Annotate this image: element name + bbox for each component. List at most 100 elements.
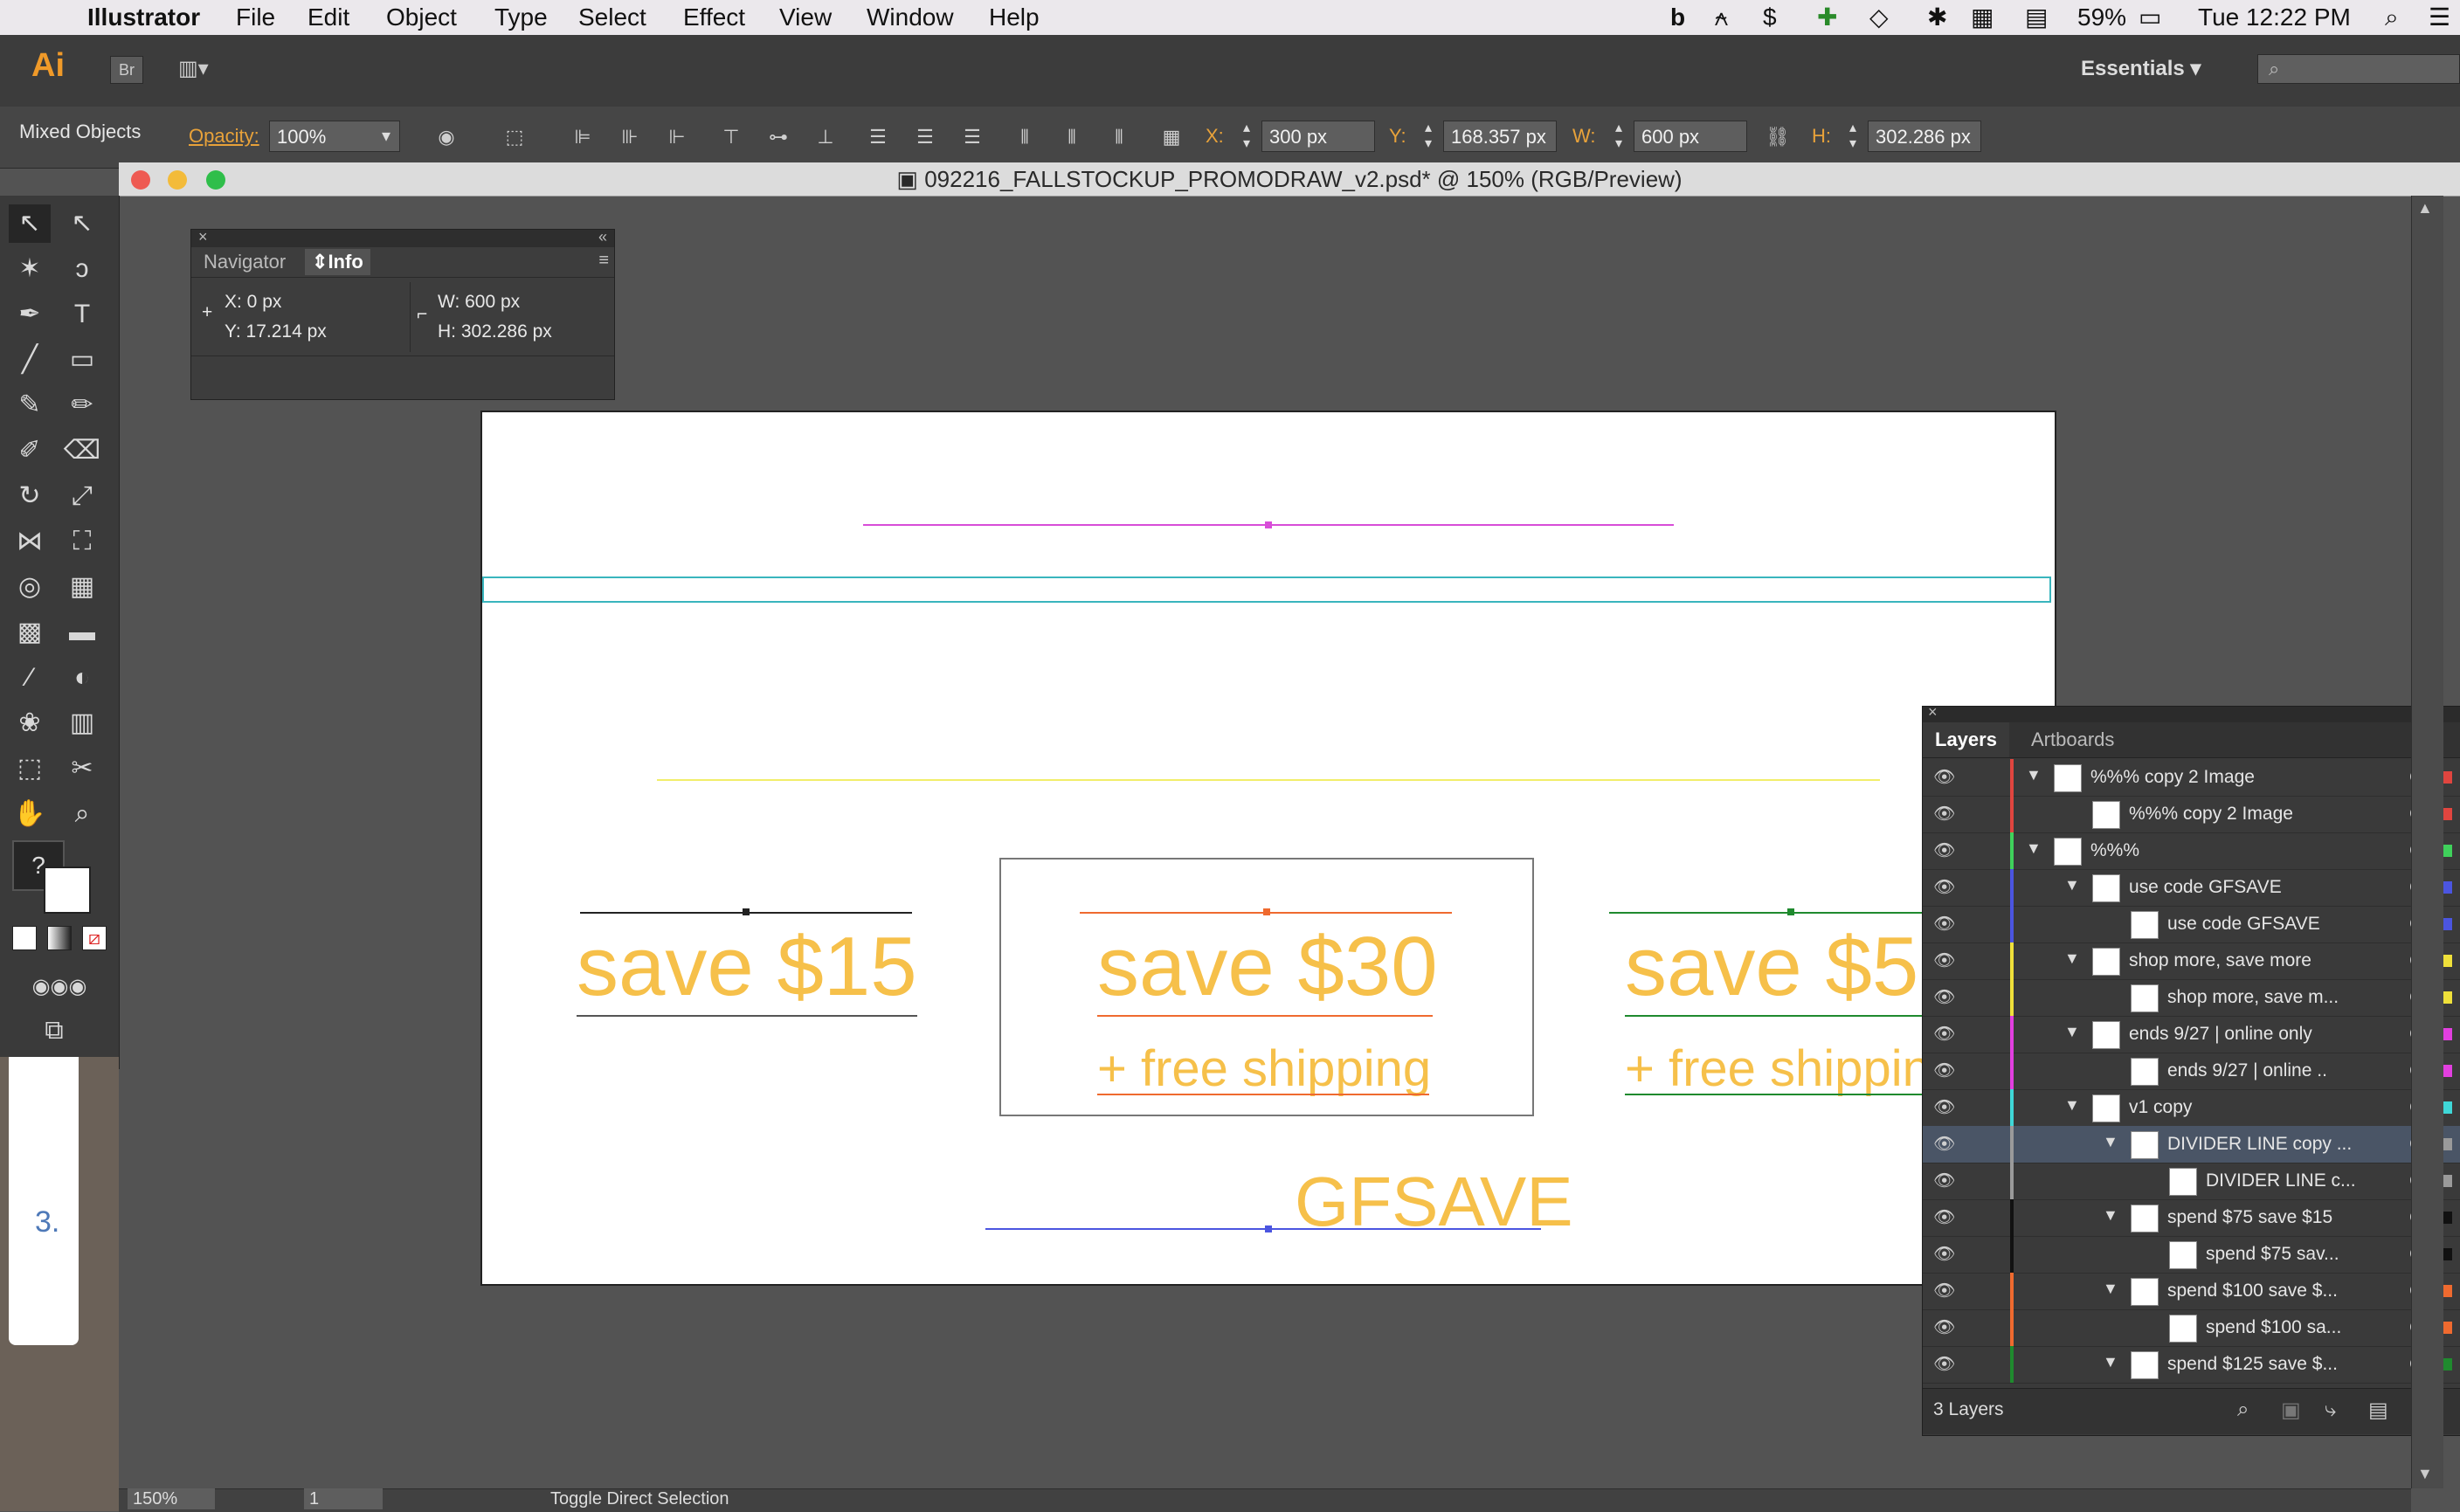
offer-3-text[interactable]: save $50 <box>1625 919 1966 1015</box>
align-hcenter-icon[interactable]: ⊪ <box>617 124 643 150</box>
disclosure-triangle-icon[interactable]: ▼ <box>2026 766 2042 784</box>
menu-file[interactable]: File <box>236 2 275 33</box>
opacity-label[interactable]: Opacity: <box>189 121 259 152</box>
mesh-tool-icon[interactable]: ▩ <box>9 613 51 652</box>
eraser-tool-icon[interactable]: ⌫ <box>61 432 103 470</box>
close-window-icon[interactable] <box>131 170 150 190</box>
visibility-eye-icon[interactable]: 👁 <box>1933 1096 1955 1118</box>
menu-window[interactable]: Window <box>867 2 954 33</box>
menu-select[interactable]: Select <box>578 2 646 33</box>
workspace-switcher[interactable]: Essentials ▾ <box>2081 54 2256 84</box>
layer-row[interactable]: 👁 ▼ shop more, save more <box>1923 942 2460 980</box>
offer-3-subtext[interactable]: + free shipping <box>1625 1039 1959 1098</box>
scale-tool-icon[interactable]: ⤢ <box>61 477 103 515</box>
align-left-icon[interactable]: ⊫ <box>570 124 596 150</box>
layer-row[interactable]: 👁 ▼ spend $100 save $... <box>1923 1273 2460 1310</box>
layer-name[interactable]: shop more, save more <box>2129 942 2311 979</box>
blob-brush-tool-icon[interactable]: ✐ <box>9 432 51 470</box>
b-app-icon[interactable]: b <box>1670 2 1685 33</box>
disclosure-triangle-icon[interactable]: ▼ <box>2064 876 2080 894</box>
notification-icon[interactable]: ☰ <box>2429 2 2450 33</box>
distribute-right-icon[interactable]: ⫴ <box>1106 124 1132 150</box>
layer-name[interactable]: ends 9/27 | online .. <box>2167 1053 2327 1089</box>
layer-name[interactable]: spend $125 save $... <box>2167 1346 2338 1383</box>
clipping-mask-icon[interactable]: ▣ <box>2281 1398 2301 1423</box>
recolor-icon[interactable]: ◉ <box>433 124 460 150</box>
layer-row[interactable]: 👁 ▼ use code GFSAVE <box>1923 869 2460 907</box>
perspective-grid-tool-icon[interactable]: ▦ <box>61 568 103 606</box>
paintbrush-tool-icon[interactable]: ✎ <box>9 386 51 425</box>
h-stepper[interactable]: ▴ ▾ <box>1842 121 1864 152</box>
visibility-eye-icon[interactable]: 👁 <box>1933 803 1955 825</box>
keyboard-icon[interactable]: ▦ <box>1971 2 1994 33</box>
visibility-eye-icon[interactable]: 👁 <box>1933 1316 1955 1338</box>
menu-effect[interactable]: Effect <box>683 2 745 33</box>
disclosure-triangle-icon[interactable]: ▼ <box>2026 839 2042 858</box>
disclosure-triangle-icon[interactable]: ▼ <box>2103 1206 2118 1225</box>
visibility-eye-icon[interactable]: 👁 <box>1933 1170 1955 1191</box>
layer-name[interactable]: spend $75 save $15 <box>2167 1199 2332 1236</box>
layer-name[interactable]: use code GFSAVE <box>2167 906 2320 942</box>
visibility-eye-icon[interactable]: 👁 <box>1933 876 1955 898</box>
menu-view[interactable]: View <box>779 2 832 33</box>
clock[interactable]: Tue 12:22 PM <box>2198 2 2351 33</box>
opacity-dropdown-icon[interactable]: ▾ <box>374 121 398 152</box>
visibility-eye-icon[interactable]: 👁 <box>1933 949 1955 971</box>
rotate-tool-icon[interactable]: ↻ <box>9 477 51 515</box>
info-panel-header[interactable]: × « <box>191 228 614 247</box>
lasso-tool-icon[interactable]: ↄ <box>61 250 103 288</box>
close-panel-icon[interactable]: × <box>1928 703 1938 721</box>
zoom-level[interactable]: 150% <box>128 1488 215 1509</box>
green-divider-line[interactable] <box>1609 912 1941 914</box>
scroll-up-icon[interactable]: ▲ <box>2417 199 2433 217</box>
layer-row[interactable]: 👁 use code GFSAVE <box>1923 906 2460 943</box>
draw-mode-icon[interactable]: ◉◉◉ <box>12 968 107 1006</box>
collapse-panel-icon[interactable]: « <box>598 228 607 246</box>
align-bottom-icon[interactable]: ⊥ <box>812 124 839 150</box>
artboard[interactable]: save $15 save $30 + free shipping save $… <box>480 411 2056 1286</box>
layer-name[interactable]: %%% <box>2090 832 2139 869</box>
layer-row[interactable]: 👁 DIVIDER LINE c... <box>1923 1163 2460 1200</box>
pen-tool-icon[interactable]: ✒ <box>9 295 51 334</box>
visibility-eye-icon[interactable]: 👁 <box>1933 766 1955 788</box>
artboard-tool-icon[interactable]: ⬚ <box>9 749 51 788</box>
layer-name[interactable]: %%% copy 2 Image <box>2090 759 2255 796</box>
anchor-point[interactable] <box>1265 521 1272 528</box>
direct-selection-tool-icon[interactable]: ↖ <box>61 204 103 243</box>
new-layer-icon[interactable]: ▤ <box>2368 1398 2388 1423</box>
anchor-point[interactable] <box>1265 1225 1272 1232</box>
align-top-icon[interactable]: ⊤ <box>718 124 744 150</box>
layer-row[interactable]: 👁 spend $100 sa... <box>1923 1309 2460 1347</box>
visibility-eye-icon[interactable]: 👁 <box>1933 1206 1955 1228</box>
layer-row[interactable]: 👁 ▼ spend $125 save $... <box>1923 1346 2460 1384</box>
disclosure-triangle-icon[interactable]: ▼ <box>2064 1096 2080 1115</box>
visibility-eye-icon[interactable]: 👁 <box>1933 1133 1955 1155</box>
tab-layers[interactable]: Layers <box>1923 722 2009 757</box>
rectangle-tool-icon[interactable]: ▭ <box>61 341 103 379</box>
distribute-bottom-icon[interactable]: ☰ <box>959 124 985 150</box>
gradient-mode-icon[interactable] <box>47 926 72 950</box>
disclosure-triangle-icon[interactable]: ▼ <box>2103 1280 2118 1298</box>
color-mode-icon[interactable] <box>12 926 37 950</box>
disclosure-triangle-icon[interactable]: ▼ <box>2103 1133 2118 1151</box>
layers-panel-header[interactable]: × <box>1923 703 2460 722</box>
shape-builder-tool-icon[interactable]: ◎ <box>9 568 51 606</box>
battery-percent[interactable]: 59% <box>2077 2 2126 33</box>
menu-help[interactable]: Help <box>989 2 1040 33</box>
wifi-icon[interactable]: ◇ <box>1869 2 1889 33</box>
constrain-proportions-icon[interactable]: ⛓ <box>1765 124 1791 150</box>
disclosure-triangle-icon[interactable]: ▼ <box>2064 1023 2080 1041</box>
visibility-eye-icon[interactable]: 👁 <box>1933 1243 1955 1265</box>
visibility-eye-icon[interactable]: 👁 <box>1933 1060 1955 1081</box>
search-help-input[interactable]: ⌕ <box>2257 54 2460 84</box>
layer-row[interactable]: 👁 ends 9/27 | online .. <box>1923 1053 2460 1090</box>
stroke-none-icon[interactable] <box>44 866 91 914</box>
x-input[interactable]: 300 px <box>1261 121 1375 152</box>
gradient-tool-icon[interactable]: ▬ <box>61 613 103 652</box>
fill-stroke-widget[interactable]: ? <box>12 821 103 914</box>
layer-name[interactable]: use code GFSAVE <box>2129 869 2282 906</box>
bridge-button[interactable]: Br <box>110 56 143 84</box>
type-tool-icon[interactable]: T <box>61 295 103 334</box>
blend-tool-icon[interactable]: ◐ <box>61 659 103 697</box>
visibility-eye-icon[interactable]: 👁 <box>1933 1280 1955 1301</box>
